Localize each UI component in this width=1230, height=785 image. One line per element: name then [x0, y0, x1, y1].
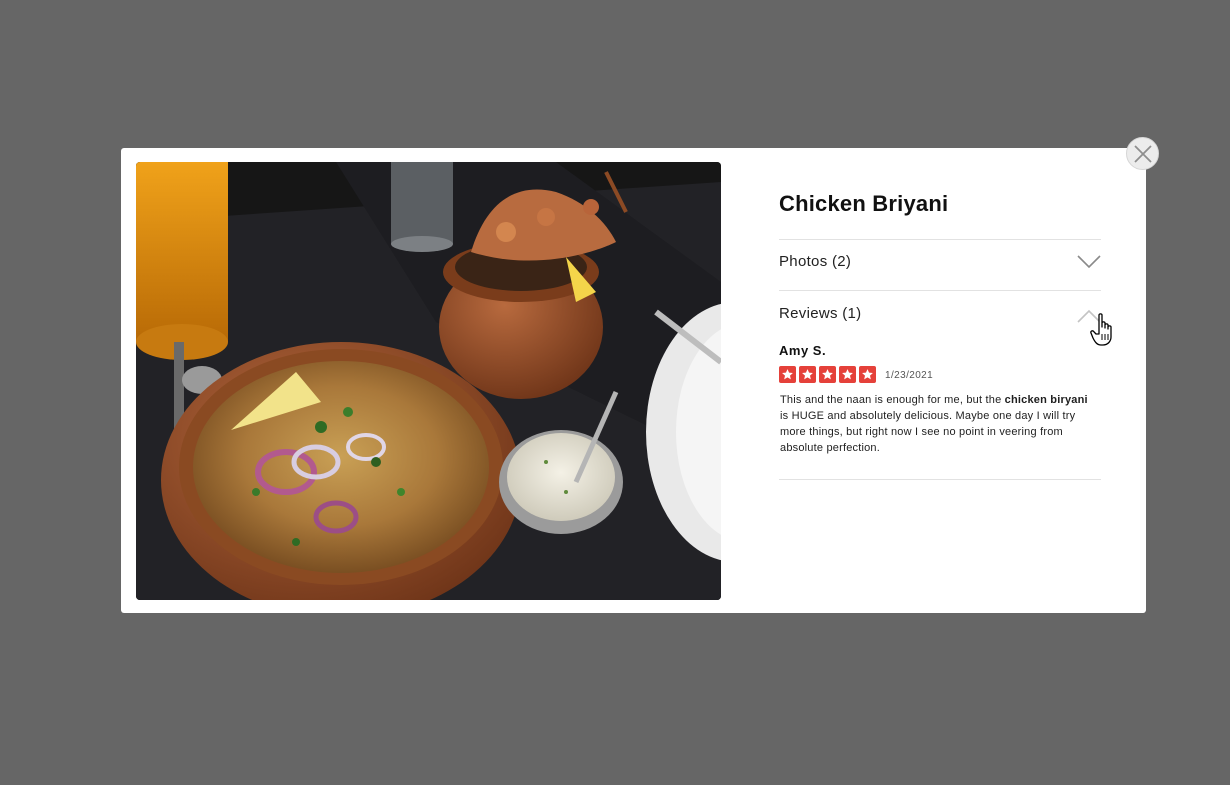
star-icon: [859, 366, 876, 383]
star-icon: [779, 366, 796, 383]
review-text-part: is HUGE and absolutely delicious. Maybe …: [780, 410, 1076, 454]
dish-title: Chicken Briyani: [779, 191, 949, 216]
reviews-section-toggle[interactable]: Reviews (1): [779, 299, 1101, 329]
review-date: 1/23/2021: [885, 370, 934, 381]
close-button[interactable]: [1126, 137, 1159, 170]
divider: [779, 239, 1101, 240]
divider: [779, 290, 1101, 291]
dish-photo: [136, 162, 721, 600]
review-text-part: This and the naan is enough for me, but …: [780, 394, 1005, 406]
divider: [779, 479, 1101, 480]
review-text-highlight: chicken biryani: [1004, 394, 1088, 406]
reviewer-name: Amy S.: [779, 343, 827, 358]
star-rating: [779, 366, 876, 383]
chevron-up-icon: [1077, 309, 1101, 328]
chevron-down-icon: [1077, 255, 1101, 274]
photos-section-label: Photos (2): [779, 253, 852, 270]
star-icon: [839, 366, 856, 383]
reviews-section-label: Reviews (1): [779, 305, 862, 322]
dish-modal: Chicken Briyani Photos (2) Reviews (1) A…: [121, 148, 1146, 613]
review-text: This and the naan is enough for me, but …: [780, 392, 1090, 456]
photos-section-toggle[interactable]: Photos (2): [779, 247, 1101, 277]
star-icon: [799, 366, 816, 383]
close-icon: [1134, 145, 1152, 163]
star-icon: [819, 366, 836, 383]
